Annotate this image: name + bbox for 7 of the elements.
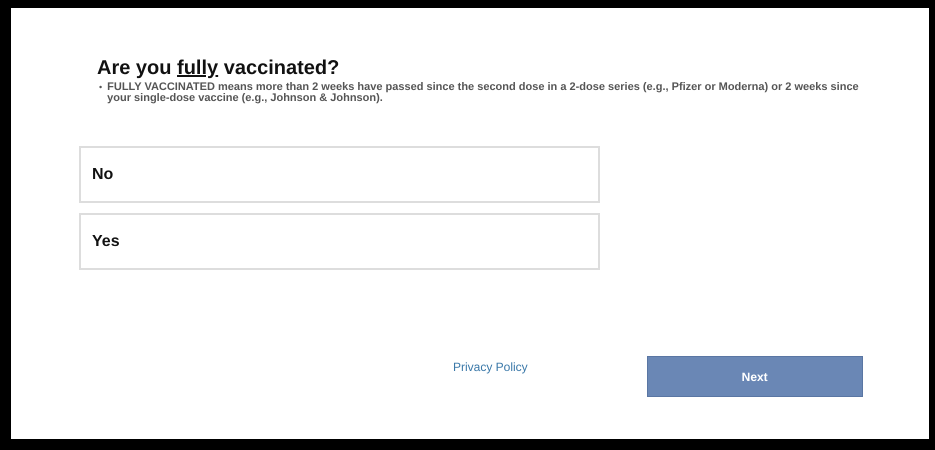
next-button[interactable]: Next [646, 356, 863, 397]
answer-option[interactable]: No [79, 146, 600, 203]
bullet: • [99, 82, 102, 94]
note-text: FULLY VACCINATED means more than 2 weeks have passed since the second dose in a 2-dose series (e.g., Pfizer or Moderna) or 2 weeks since your single-dose vaccine (e.g., Johnson & Johnson). [107, 82, 860, 104]
privacy-policy-link[interactable]: Privacy Policy [453, 360, 528, 374]
question-heading: Are you fully vaccinated? [97, 56, 340, 80]
answer-option[interactable]: Yes [79, 213, 600, 270]
